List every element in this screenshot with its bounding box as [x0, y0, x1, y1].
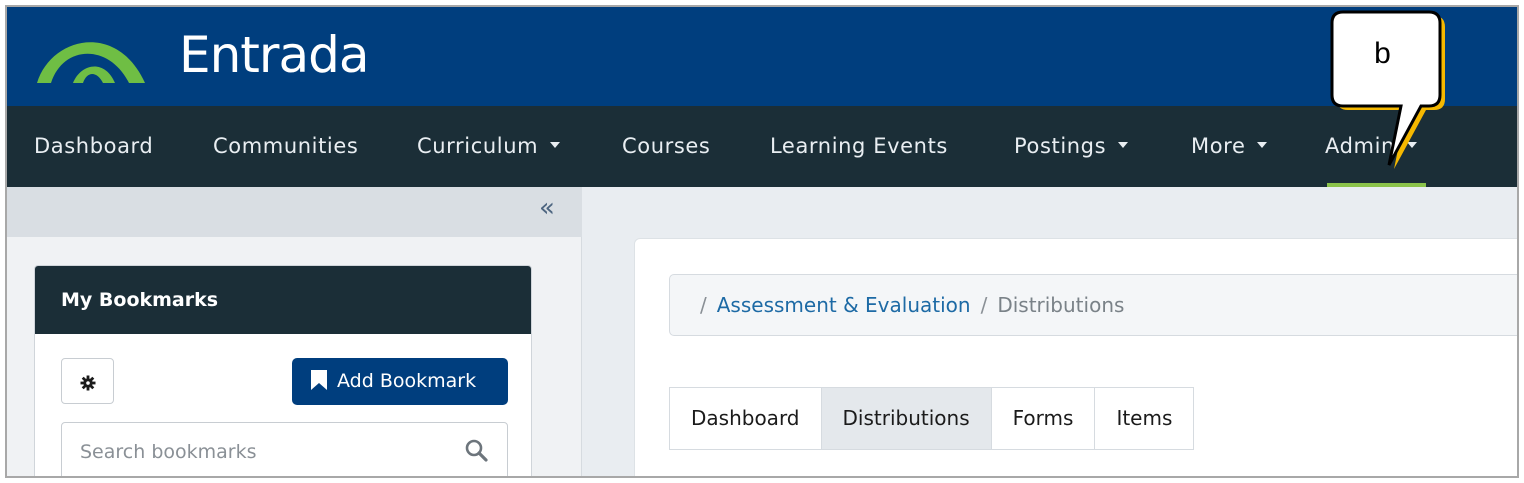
main-content-card: / Assessment & Evaluation / Distributions D…: [634, 238, 1517, 476]
nav-item-label: Admin: [1325, 134, 1395, 158]
logo-text: Entrada: [179, 26, 369, 84]
bookmarks-title: My Bookmarks: [35, 266, 531, 334]
tab-forms[interactable]: Forms: [991, 388, 1096, 449]
nav-item-more[interactable]: More: [1191, 106, 1268, 187]
nav-item-label: Courses: [622, 134, 711, 158]
search-icon[interactable]: [464, 438, 490, 464]
bookmark-settings-button[interactable]: [61, 358, 114, 404]
tab-distributions[interactable]: Distributions: [821, 388, 992, 449]
nav-item-label: Curriculum: [417, 134, 539, 158]
brand-header: Entrada: [7, 7, 1517, 106]
section-tabs: Dashboard Distributions Forms Items: [669, 387, 1195, 450]
bookmark-icon: [311, 369, 327, 390]
nav-item-label: More: [1191, 134, 1246, 158]
caret-down-icon: [1406, 142, 1417, 148]
breadcrumb: / Assessment & Evaluation / Distributions: [669, 274, 1517, 336]
add-bookmark-button[interactable]: Add Bookmark: [292, 358, 508, 405]
search-bookmarks-input[interactable]: [62, 423, 452, 476]
nav-item-label: Dashboard: [34, 134, 154, 158]
nav-item-courses[interactable]: Courses: [622, 106, 710, 187]
callout-label: b: [1374, 37, 1391, 70]
double-chevron-left-icon[interactable]: «: [539, 193, 555, 223]
caret-down-icon: [1118, 142, 1129, 148]
breadcrumb-link-assessment[interactable]: Assessment & Evaluation: [717, 293, 971, 317]
nav-item-postings[interactable]: Postings: [1014, 106, 1129, 187]
nav-item-label: Learning Events: [770, 134, 948, 158]
tab-items[interactable]: Items: [1095, 388, 1194, 449]
sidebar-header: «: [7, 187, 582, 237]
main-nav: Dashboard Communities Curriculum Courses…: [7, 106, 1517, 187]
nav-item-dashboard[interactable]: Dashboard: [34, 106, 153, 187]
nav-item-communities[interactable]: Communities: [213, 106, 358, 187]
entrada-logo[interactable]: Entrada: [33, 15, 413, 95]
breadcrumb-current: Distributions: [997, 293, 1125, 317]
breadcrumb-separator: /: [700, 293, 707, 317]
gear-icon: [80, 375, 95, 390]
add-bookmark-label: Add Bookmark: [337, 370, 477, 392]
caret-down-icon: [1257, 142, 1268, 148]
screenshot-frame: Entrada Dashboard Communities Curriculum…: [5, 5, 1519, 478]
caret-down-icon: [550, 142, 561, 148]
logo-arc-icon: [37, 42, 145, 83]
nav-item-learning-events[interactable]: Learning Events: [770, 106, 948, 187]
nav-item-curriculum[interactable]: Curriculum: [417, 106, 561, 187]
nav-item-admin[interactable]: Admin: [1325, 106, 1417, 187]
nav-item-label: Communities: [213, 134, 359, 158]
tab-dashboard[interactable]: Dashboard: [670, 388, 822, 449]
sidebar: « My Bookmarks Add Bookmark Search bookm…: [7, 187, 582, 476]
active-nav-indicator: [1327, 183, 1426, 187]
bookmarks-panel: My Bookmarks Add Bookmark Search bookmar…: [34, 265, 532, 476]
bookmark-search: [61, 422, 508, 476]
breadcrumb-separator: /: [980, 293, 988, 317]
nav-item-label: Postings: [1014, 134, 1107, 158]
